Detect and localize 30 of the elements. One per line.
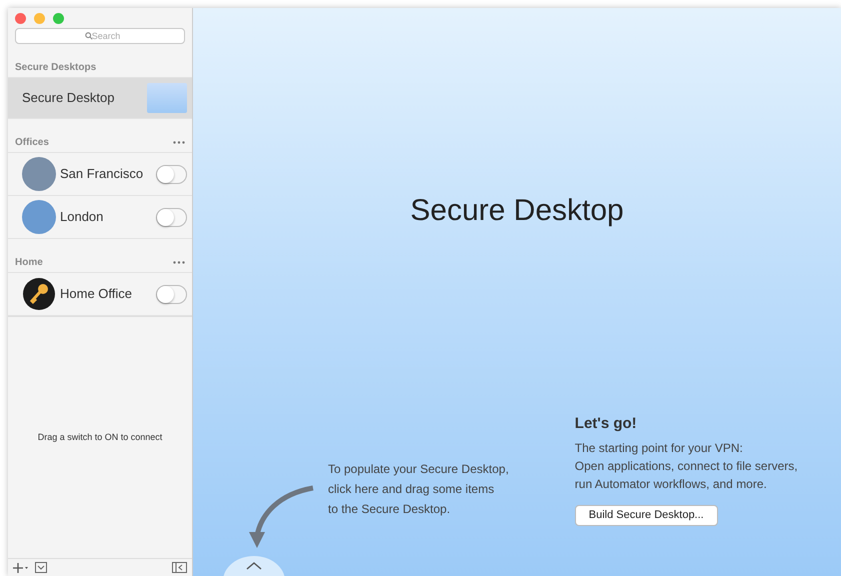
toggle-switch[interactable]	[156, 284, 187, 304]
toggle-switch[interactable]	[156, 164, 187, 184]
key-icon	[22, 277, 56, 311]
search-icon	[85, 32, 93, 40]
sidebar-item[interactable]: London	[8, 196, 192, 239]
build-button[interactable]: Build Secure Desktop...	[574, 505, 718, 526]
section-header: Offices	[15, 136, 49, 150]
search-field[interactable]: Search	[15, 28, 185, 44]
desktop-thumbnail	[147, 83, 187, 113]
zoom-button[interactable]	[53, 13, 64, 24]
minimize-button[interactable]	[34, 13, 45, 24]
dropdown-icon[interactable]	[35, 562, 47, 573]
intro-text: The starting point for your VPN: Open applications, connect to file servers, run Automator workflows, and more.	[574, 440, 798, 493]
sidebar-item[interactable]: San Francisco	[8, 153, 192, 196]
panel-title: Secure Desktop	[409, 193, 625, 229]
toggle-switch[interactable]	[156, 208, 187, 226]
intro-heading: Let's go!	[574, 415, 638, 433]
close-button[interactable]	[15, 13, 26, 24]
curved-arrow-icon	[249, 484, 315, 550]
hint-text: To populate your Secure Desktop, click here and drag some items to the Secure Desktop.	[328, 461, 509, 518]
more-icon[interactable]	[173, 141, 185, 144]
more-icon[interactable]	[173, 261, 185, 264]
section-header: Secure Desktops	[15, 61, 96, 75]
sidebar-item[interactable]: Home Office	[8, 273, 192, 316]
collapse-sidebar-icon[interactable]	[172, 562, 187, 573]
status-text: Drag a switch to ON to connect	[38, 430, 162, 444]
chevron-up-icon	[246, 562, 262, 570]
section-header: Home	[15, 256, 43, 270]
sidebar-item[interactable]: Secure Desktop	[8, 78, 192, 119]
add-menu-icon[interactable]	[13, 562, 29, 572]
